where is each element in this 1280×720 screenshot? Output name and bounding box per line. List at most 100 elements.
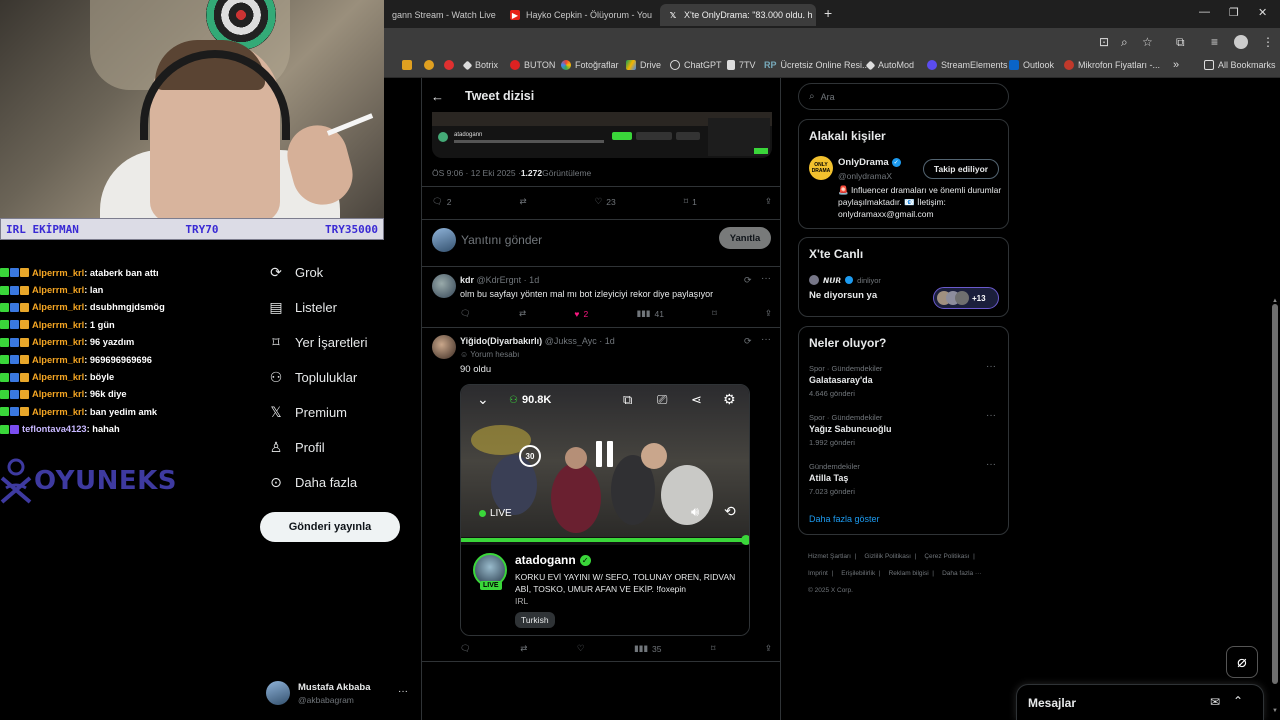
bookmark-button[interactable]: ⌑ — [712, 308, 716, 319]
pause-icon[interactable] — [596, 441, 616, 467]
account-switcher[interactable]: Mustafa Akbaba @akbabagram ··· — [266, 678, 416, 708]
all-bookmarks-folder[interactable]: All Bookmarks — [1204, 60, 1276, 70]
bookmark-7tv[interactable]: 7TV — [727, 60, 756, 70]
close-tab-icon[interactable]: ✕ — [812, 9, 816, 22]
bookmark-mikrofon[interactable]: Mikrofon Fiyatları -... — [1064, 60, 1160, 70]
share-button[interactable]: ⇪ — [765, 643, 772, 654]
rewind-30-icon[interactable]: 30 — [519, 445, 541, 467]
cast-icon[interactable]: ⎚ — [657, 392, 667, 408]
rotate-icon[interactable]: ⟲ — [724, 503, 736, 520]
extensions-icon[interactable]: ⧉ — [1176, 35, 1185, 50]
search-input[interactable]: ⌕ Ara — [798, 83, 1009, 110]
expand-chevron-icon[interactable]: ⌃ — [1233, 694, 1243, 708]
nav-premium[interactable]: 𝕏 Premium — [268, 404, 347, 420]
footer-link[interactable]: Daha fazla ··· — [942, 570, 981, 577]
live-topic[interactable]: Ne diyorsun ya — [809, 290, 877, 301]
show-more-link[interactable]: Daha fazla göster — [809, 514, 880, 524]
views-button[interactable]: ▮▮▮ 41 — [636, 308, 664, 319]
nav-communities[interactable]: ⚇ Topluluklar — [268, 369, 357, 385]
install-app-icon[interactable]: ⊡ — [1099, 35, 1109, 49]
bookmark-button[interactable]: ⌑ 1 — [684, 196, 697, 207]
footer-link[interactable]: Gizlilik Politikası — [864, 553, 911, 560]
share-button[interactable]: ⇪ — [765, 308, 772, 319]
footer-link[interactable]: Reklam bilgisi — [889, 570, 929, 577]
bookmark-streamelements[interactable]: StreamElements — [927, 60, 1008, 70]
bookmark-botrix[interactable]: Botrix — [462, 60, 498, 70]
reply-author[interactable]: Yiğido(Diyarbakırlı) @Jukss_Ayc · 1d — [460, 336, 615, 346]
more-icon[interactable]: ··· — [761, 334, 771, 345]
grok-button[interactable]: ⌀ — [1226, 646, 1258, 678]
new-message-icon[interactable]: ✉ — [1210, 695, 1220, 709]
bookmark-icon-1[interactable] — [402, 60, 416, 70]
tab-x-active[interactable]: 𝕏 X'te OnlyDrama: "83.000 oldu. h ✕ — [660, 4, 816, 26]
footer-link[interactable]: Erişilebilirlik — [841, 570, 875, 577]
post-button[interactable]: Gönderi yayınla — [260, 512, 400, 542]
retweet-button[interactable]: ⇄ — [520, 196, 527, 207]
bookmark-buton[interactable]: BUTON — [510, 60, 555, 70]
tab-kick-stream[interactable]: gann Stream - Watch Live ✕ — [384, 4, 500, 26]
related-name[interactable]: OnlyDrama ✓ — [838, 157, 901, 168]
close-tab-icon[interactable]: ✕ — [652, 9, 658, 22]
bookmark-outlook[interactable]: Outlook — [1009, 60, 1054, 70]
more-icon[interactable]: ··· — [986, 459, 996, 470]
retweet-button[interactable]: ⇄ — [519, 308, 526, 319]
footer-link[interactable]: Hizmet Şartları — [808, 553, 851, 560]
like-button[interactable]: ♥ 2 — [574, 309, 588, 319]
nav-grok[interactable]: ⟳ Grok — [268, 264, 323, 280]
more-icon[interactable]: ··· — [986, 361, 996, 372]
live-stream-card[interactable]: ⌄ ⚇ 90.8K ⧉ ⎚ ⋖ ⚙ 30 LIVE 🔊︎ ⟲ LIVE atado… — [460, 384, 750, 636]
reply-button[interactable]: 🗨︎ — [460, 308, 471, 319]
reply-submit-button[interactable]: Yanıtla — [719, 227, 771, 249]
scroll-down-icon[interactable]: ▼ — [1272, 708, 1278, 714]
grok-icon[interactable]: ⟳ — [744, 275, 752, 286]
reply-input[interactable]: Yanıtını gönder — [461, 233, 542, 247]
messages-drawer[interactable]: Mesajlar ✉ ⌃ — [1016, 684, 1264, 720]
following-button[interactable]: Takip ediliyor — [923, 159, 999, 179]
browser-menu-icon[interactable]: ⋮ — [1262, 35, 1274, 49]
bookmark-fotograflar[interactable]: Fotoğraflar — [561, 60, 619, 70]
live-host[interactable]: 𝙉𝙐𝙍 dinliyor — [809, 275, 881, 285]
views-button[interactable]: ▮▮▮ 35 — [634, 643, 662, 654]
bookmark-button[interactable]: ⌑ — [711, 643, 715, 654]
scrollbar-thumb[interactable] — [1272, 304, 1278, 684]
reply-author[interactable]: kdr @KdrErgnt · 1d — [460, 275, 539, 285]
share-button[interactable]: ⇪ — [765, 196, 772, 207]
bookmark-resize[interactable]: RP Ücretsiz Online Resi... — [764, 60, 870, 70]
avatar[interactable] — [432, 274, 456, 298]
like-button[interactable]: ♡ 23 — [595, 196, 616, 207]
page-scrollbar[interactable]: ▲ ▼ — [1270, 78, 1280, 720]
reply-button[interactable]: 🗨︎ 2 — [432, 196, 452, 207]
nav-profile[interactable]: ♙ Profil — [268, 439, 325, 455]
bookmark-icon-3[interactable] — [444, 60, 458, 70]
more-icon[interactable]: ··· — [986, 410, 996, 421]
footer-link[interactable]: Imprint — [808, 570, 828, 577]
stream-progress-bar[interactable] — [461, 538, 746, 542]
close-tab-icon[interactable]: ✕ — [496, 9, 500, 22]
bookmarks-overflow-button[interactable]: » — [1173, 59, 1179, 71]
grok-icon[interactable]: ⟳ — [744, 336, 752, 347]
more-icon[interactable]: ··· — [761, 273, 771, 284]
collapse-chevron-icon[interactable]: ⌄ — [477, 391, 489, 408]
nav-more[interactable]: ⊙ Daha fazla — [268, 474, 357, 490]
nav-bookmarks[interactable]: ⌑ Yer İşaretleri — [268, 334, 367, 350]
footer-link[interactable]: Çerez Politikası — [924, 553, 969, 560]
close-window-button[interactable]: ✕ — [1258, 6, 1267, 19]
like-button[interactable]: ♡ — [577, 643, 585, 654]
retweet-button[interactable]: ⇄ — [520, 643, 527, 654]
progress-knob[interactable] — [741, 535, 749, 545]
settings-gear-icon[interactable]: ⚙ — [723, 391, 736, 408]
back-arrow-icon[interactable]: ← — [431, 89, 444, 104]
bookmark-drive[interactable]: Drive — [626, 60, 661, 70]
tab-youtube[interactable]: ▶ Hayko Cepkin - Ölüyorum - You ✕ — [502, 4, 658, 26]
profile-avatar-icon[interactable] — [1234, 35, 1248, 49]
avatar[interactable]: ONLY DRAMA — [809, 156, 833, 180]
tweet-image[interactable]: atadogann — [432, 112, 772, 158]
volume-icon[interactable]: 🔊︎ — [691, 504, 699, 520]
account-more-icon[interactable]: ··· — [398, 686, 408, 697]
bookmark-icon-2[interactable] — [424, 60, 438, 70]
bookmark-star-icon[interactable]: ☆ — [1142, 35, 1153, 49]
zoom-icon[interactable]: ⌕ — [1121, 35, 1128, 50]
share-icon[interactable]: ⋖ — [691, 392, 702, 408]
bookmark-automod[interactable]: AutoMod — [865, 60, 914, 70]
reply-button[interactable]: 🗨︎ — [460, 643, 471, 654]
